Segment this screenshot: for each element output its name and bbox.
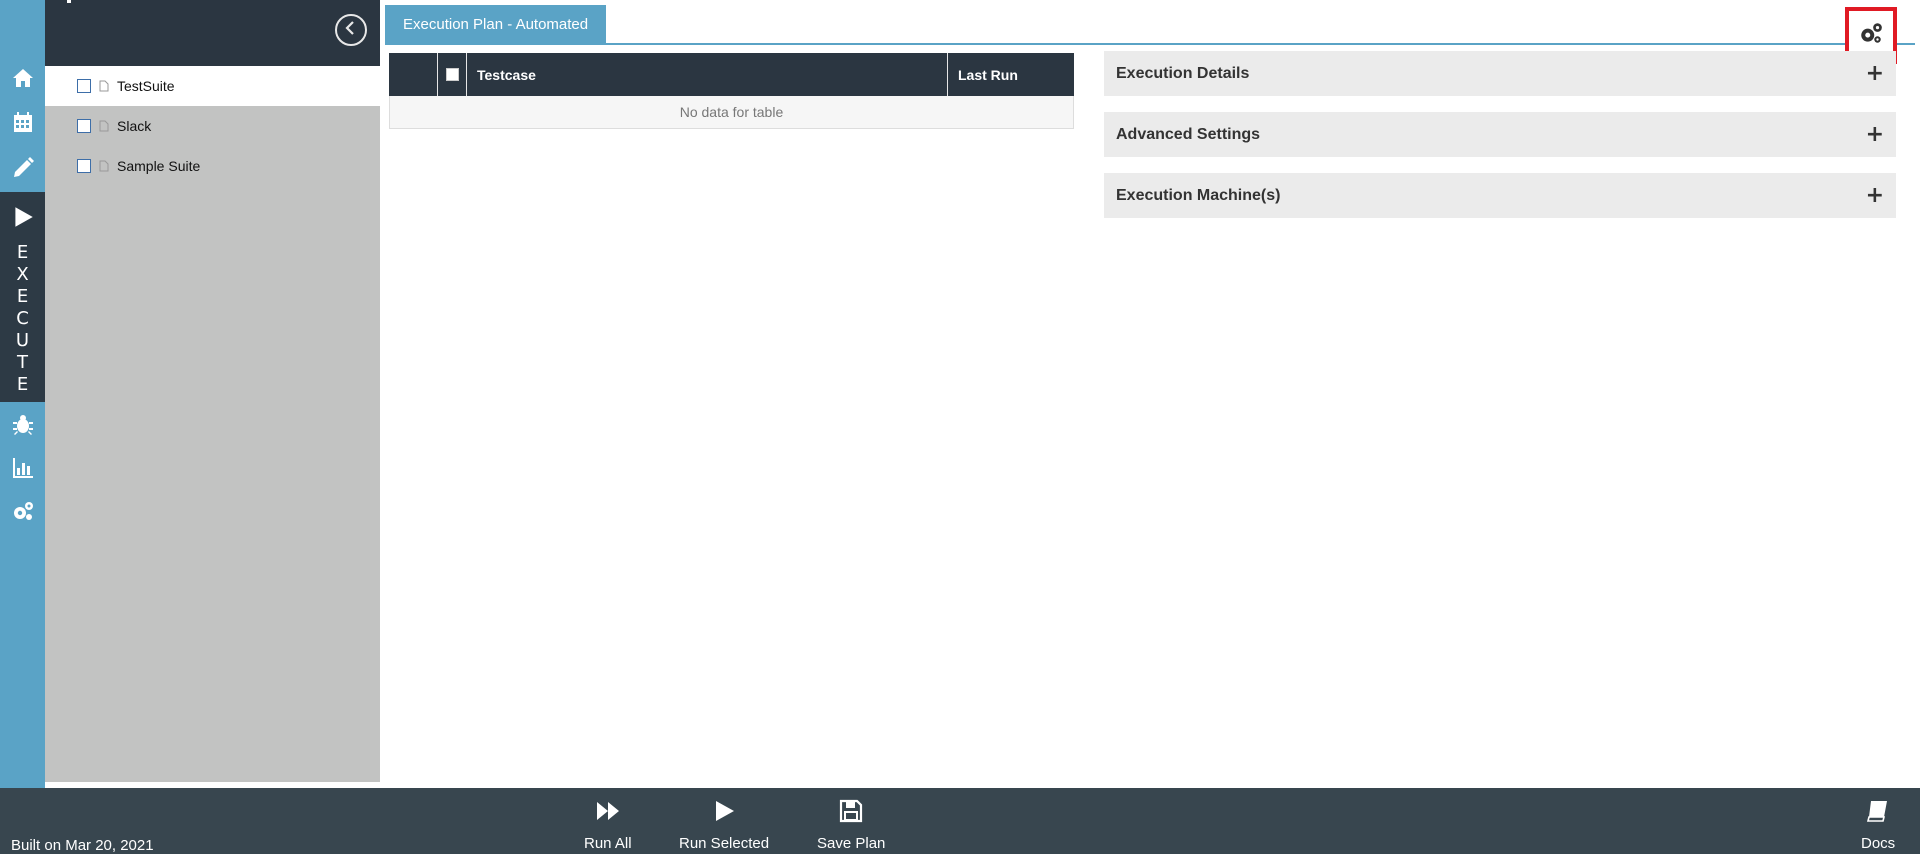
gears-icon <box>1858 20 1884 51</box>
suite-checkbox[interactable] <box>77 79 91 93</box>
accordion-title: Advanced Settings <box>1116 125 1261 143</box>
docs-button[interactable]: Docs <box>1861 798 1895 852</box>
defects-button[interactable] <box>0 404 45 448</box>
home-icon <box>11 66 35 95</box>
accordion-title: Execution Machine(s) <box>1116 186 1281 204</box>
accordion-title: Execution Details <box>1116 64 1250 82</box>
suite-item-slack[interactable]: Slack <box>45 106 380 146</box>
settings-nav-button[interactable] <box>0 492 45 536</box>
tab-execution-plan-automated[interactable]: Execution Plan - Automated <box>385 5 607 43</box>
bug-icon <box>11 412 35 441</box>
execute-letter: U <box>15 330 30 351</box>
run-all-label: Run All <box>584 835 632 852</box>
suite-panel-header <box>45 0 380 66</box>
execute-letter: E <box>16 374 29 395</box>
accordion-advanced-settings[interactable]: Advanced Settings + <box>1104 112 1896 157</box>
calendar-button[interactable] <box>0 102 45 146</box>
file-icon <box>99 80 109 92</box>
plus-icon[interactable]: + <box>1866 122 1884 147</box>
pencil-icon <box>11 156 35 185</box>
select-all-checkbox[interactable] <box>445 68 459 81</box>
collapse-panel-button[interactable] <box>335 14 367 46</box>
suite-label: Slack <box>117 118 152 134</box>
execute-label: E X E C U T E <box>0 242 45 396</box>
book-icon <box>1865 798 1891 835</box>
suite-item-testsuite[interactable]: TestSuite <box>45 66 380 106</box>
empty-table-message: No data for table <box>389 96 1074 129</box>
calendar-icon <box>11 110 35 139</box>
execute-letter: X <box>16 264 29 285</box>
execute-letter: E <box>16 242 29 263</box>
play-icon <box>711 798 737 835</box>
file-icon <box>99 120 109 132</box>
run-selected-button[interactable]: Run Selected <box>679 798 769 852</box>
floppy-disk-icon <box>838 798 864 835</box>
logo-fragment <box>67 0 71 3</box>
suite-panel: TestSuite Slack Sample Suite <box>45 0 380 782</box>
suite-label: TestSuite <box>117 78 175 94</box>
build-info: Built on Mar 20, 2021 <box>11 837 154 854</box>
gears-icon <box>11 500 35 529</box>
suite-checkbox[interactable] <box>77 119 91 133</box>
edit-button[interactable] <box>0 148 45 192</box>
bottom-toolbar: Built on Mar 20, 2021 Run All Run Select… <box>0 788 1920 854</box>
docs-label: Docs <box>1861 835 1896 852</box>
chevron-left-icon <box>343 20 359 41</box>
suite-item-sample-suite[interactable]: Sample Suite <box>45 146 380 186</box>
plus-icon[interactable]: + <box>1866 183 1884 208</box>
accordion-execution-machines[interactable]: Execution Machine(s) + <box>1104 173 1896 218</box>
execute-letter: T <box>17 352 28 373</box>
accordion-execution-details[interactable]: Execution Details + <box>1104 51 1896 96</box>
header-checkbox-cell <box>438 53 467 96</box>
tab-bar: Execution Plan - Automated <box>385 5 1915 45</box>
save-plan-button[interactable]: Save Plan <box>817 798 885 852</box>
table-header: Testcase Last Run <box>389 53 1074 96</box>
run-all-button[interactable]: Run All <box>584 798 632 852</box>
execute-nav-item[interactable]: E X E C U T E <box>0 192 45 402</box>
home-button[interactable] <box>0 58 45 102</box>
plus-icon[interactable]: + <box>1866 61 1884 86</box>
header-blank-cell <box>389 53 438 96</box>
run-selected-label: Run Selected <box>679 835 770 852</box>
bar-chart-icon <box>11 456 35 485</box>
suite-checkbox[interactable] <box>77 159 91 173</box>
play-icon <box>10 204 36 235</box>
fast-forward-icon <box>595 798 621 835</box>
reports-button[interactable] <box>0 448 45 492</box>
testcase-table: Testcase Last Run No data for table <box>389 53 1074 129</box>
file-icon <box>99 160 109 172</box>
execute-letter: E <box>16 286 29 307</box>
column-header-last-run[interactable]: Last Run <box>948 53 1074 96</box>
execute-letter: C <box>16 308 29 329</box>
save-plan-label: Save Plan <box>817 835 886 852</box>
suite-label: Sample Suite <box>117 158 201 174</box>
column-header-testcase[interactable]: Testcase <box>467 53 948 96</box>
left-nav-rail: E X E C U T E <box>0 0 45 788</box>
